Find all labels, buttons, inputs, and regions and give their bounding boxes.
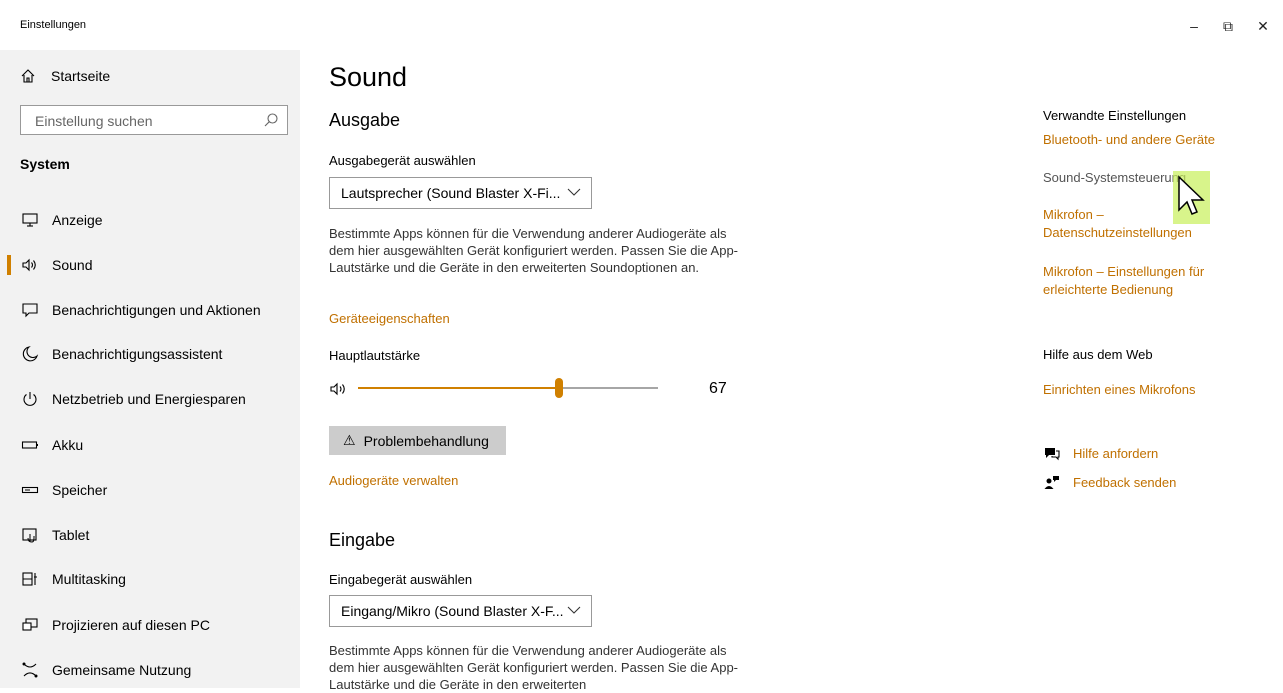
home-link[interactable]: Startseite [20,66,110,86]
sidebar-item-speicher[interactable]: Speicher [0,468,300,512]
page-title: Sound [329,62,408,92]
sidebar-item-label: Gemeinsame Nutzung [52,662,192,678]
volume-label: Hauptlautstärke [329,348,421,363]
chevron-down-icon [567,188,581,196]
close-button[interactable]: ✕ [1243,12,1283,40]
speaker-icon[interactable] [329,379,349,399]
troubleshoot-label: Problembehandlung [363,432,489,449]
chevron-down-icon [567,606,581,614]
sidebar-item-label: Benachrichtigungen und Aktionen [52,302,261,318]
volume-slider[interactable] [358,378,658,398]
sidebar-item-netzbetrieb[interactable]: Netzbetrieb und Energiesparen [0,377,300,421]
sidebar-item-benachrichtigungsassistent[interactable]: Benachrichtigungsassistent [0,332,300,376]
sidebar-item-label: Tablet [52,527,90,543]
tablet-icon [22,528,37,543]
sound-control-panel-link[interactable]: Sound-Systemsteuerung [1043,170,1186,185]
setup-mic-link[interactable]: Einrichten eines Mikrofons [1043,381,1243,399]
warning-icon: ⚠ [343,432,356,448]
section-heading: System [20,156,70,172]
search-placeholder: Einstellung suchen [35,113,153,129]
input-heading: Eingabe [329,530,396,550]
sidebar-item-label: Projizieren auf diesen PC [52,617,210,633]
search-icon[interactable] [261,110,281,130]
input-device-select[interactable]: Eingang/Mikro (Sound Blaster X-F... [329,595,592,627]
output-device-value: Lautsprecher (Sound Blaster X-Fi... [341,185,561,201]
related-settings-panel: Verwandte Einstellungen Bluetooth- und a… [1043,50,1283,688]
storage-icon [21,486,39,494]
get-help-label: Hilfe anfordern [1073,445,1159,461]
input-device-value: Eingang/Mikro (Sound Blaster X-F... [341,603,564,619]
battery-icon [21,441,38,449]
get-help-link[interactable]: Hilfe anfordern [1043,445,1158,461]
related-heading: Verwandte Einstellungen [1043,108,1187,123]
multitasking-icon [22,572,37,586]
home-label: Startseite [51,68,111,84]
device-properties-link[interactable]: Geräteeigenschaften [329,311,450,326]
notification-icon [22,303,38,318]
power-icon [23,392,37,406]
manage-audio-devices-link[interactable]: Audiogeräte verwalten [329,473,458,488]
sidebar-item-label: Sound [52,257,93,273]
web-help-heading: Hilfe aus dem Web [1043,347,1153,362]
sidebar-item-multitasking[interactable]: Multitasking [0,557,300,601]
output-heading: Ausgabe [329,110,401,130]
feedback-link[interactable]: Feedback senden [1043,474,1176,490]
share-icon [22,662,38,678]
sidebar-item-benachrichtigungen[interactable]: Benachrichtigungen und Aktionen [0,288,300,332]
sidebar-item-sound[interactable]: Sound [0,243,300,287]
volume-value: 67 [709,380,727,397]
sidebar-item-label: Benachrichtigungsassistent [52,346,223,362]
sidebar-item-label: Speicher [52,482,108,498]
sidebar-item-label: Multitasking [52,571,126,587]
sidebar-item-anzeige[interactable]: Anzeige [0,198,300,242]
mic-accessibility-link[interactable]: Mikrofon – Einstellungen für erleichtert… [1043,263,1233,299]
window-title: Einstellungen [20,19,87,31]
monitor-icon [22,213,38,227]
main-content: Sound Ausgabe Ausgabegerät auswählen Lau… [300,50,1020,692]
home-icon [21,69,35,83]
feedback-label: Feedback senden [1073,474,1177,490]
sidebar-item-label: Akku [52,437,84,453]
troubleshoot-button[interactable]: ⚠ Problembehandlung [329,426,506,455]
sidebar-item-label: Anzeige [52,212,103,228]
output-description: Bestimmte Apps können für die Verwendung… [329,226,739,275]
sidebar: Startseite Einstellung suchen System Anz… [0,50,300,688]
maximize-button[interactable]: ⧉ [1208,12,1248,40]
output-device-select[interactable]: Lautsprecher (Sound Blaster X-Fi... [329,177,592,209]
project-icon [22,618,38,631]
search-input[interactable]: Einstellung suchen [20,105,288,135]
slider-thumb[interactable] [555,378,563,398]
sidebar-item-projizieren[interactable]: Projizieren auf diesen PC [0,603,300,647]
input-select-label: Eingabegerät auswählen [329,572,473,587]
feedback-icon [1044,476,1059,489]
sidebar-item-akku[interactable]: Akku [0,423,300,467]
bluetooth-link[interactable]: Bluetooth- und andere Geräte [1043,131,1243,149]
moon-icon [22,346,39,362]
output-select-label: Ausgabegerät auswählen [329,153,476,168]
speaker-icon [22,258,36,272]
sidebar-item-tablet[interactable]: Tablet [0,513,300,557]
mouse-pointer-icon [1178,175,1205,215]
input-description: Bestimmte Apps können für die Verwendung… [329,643,739,692]
title-bar: Einstellungen – ⧉ ✕ [0,0,1283,50]
help-chat-icon [1045,448,1060,461]
sidebar-item-gemeinsame-nutzung[interactable]: Gemeinsame Nutzung [0,648,300,692]
sidebar-item-label: Netzbetrieb und Energiesparen [52,391,246,407]
